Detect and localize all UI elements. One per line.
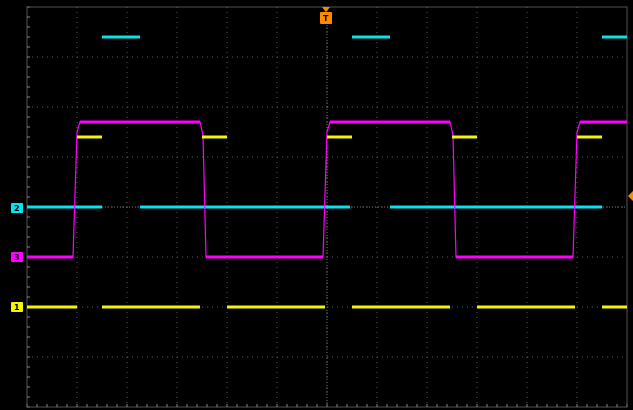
channel-1-marker[interactable]: 1 bbox=[11, 302, 23, 312]
trigger-level-marker[interactable] bbox=[628, 191, 633, 201]
channel-3-trace bbox=[27, 120, 627, 259]
channel-1-marker-label: 1 bbox=[14, 303, 20, 312]
channel-2-marker-label: 2 bbox=[14, 204, 20, 213]
channel-2-marker[interactable]: 2 bbox=[11, 203, 23, 213]
trigger-label: T bbox=[323, 14, 329, 23]
channel-3-marker-label: 3 bbox=[14, 253, 20, 262]
waveform-display: 2 3 1 T bbox=[11, 6, 633, 408]
oscilloscope-screen: 2 3 1 T bbox=[0, 0, 633, 410]
channel-3-marker[interactable]: 3 bbox=[11, 252, 23, 262]
trigger-position-marker[interactable]: T bbox=[320, 7, 332, 24]
